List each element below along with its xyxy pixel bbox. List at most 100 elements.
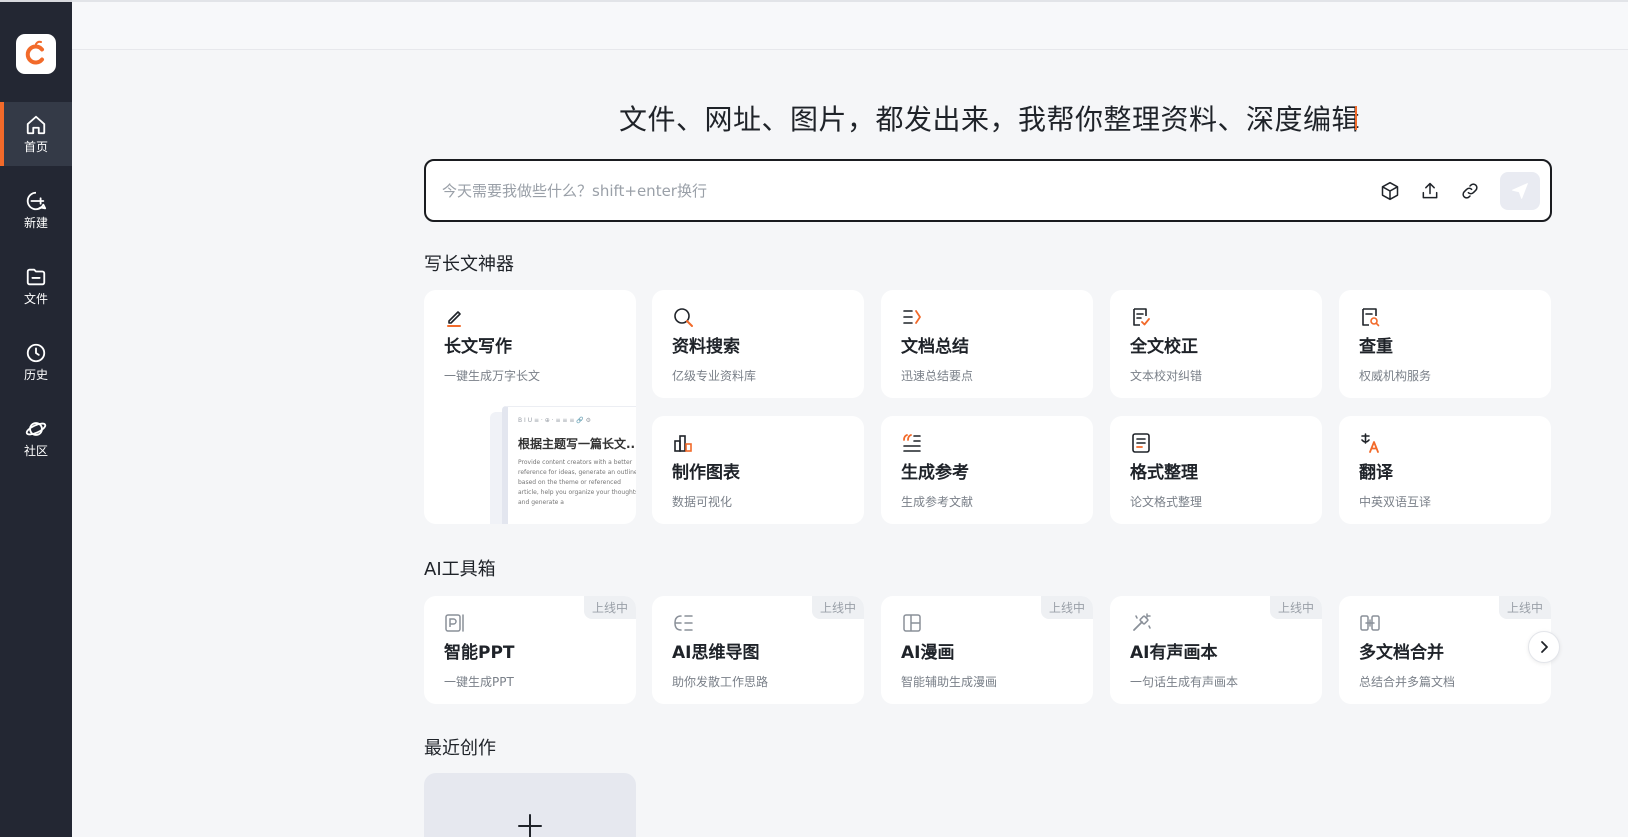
card-title: AI有声画本 (1130, 643, 1218, 663)
new-creation-card[interactable] (424, 773, 636, 837)
card-title: 长文写作 (444, 337, 512, 357)
scroll-right-button[interactable] (1528, 631, 1560, 663)
nav-new[interactable]: 新建 (0, 178, 72, 242)
card-title: 资料搜索 (672, 337, 740, 357)
card-subtitle: 一句话生成有声画本 (1130, 675, 1239, 689)
card-mindmap[interactable]: 上线中 AI思维导图 助你发散工作思路 (652, 596, 864, 704)
card-translate[interactable]: 翻译 中英双语互译 (1339, 416, 1551, 524)
card-subtitle: 一键生成万字长文 (444, 369, 541, 383)
status-badge: 上线中 (811, 596, 864, 619)
card-title: AI思维导图 (672, 643, 760, 663)
card-title: 文档总结 (901, 337, 969, 357)
status-badge: 上线中 (1269, 596, 1322, 619)
card-merge-docs[interactable]: 上线中 多文档合并 总结合并多篇文档 (1339, 596, 1551, 704)
card-subtitle: 一键生成PPT (444, 675, 514, 689)
ppt-icon (444, 612, 466, 634)
nav-new-label: 新建 (23, 216, 48, 230)
card-proofread[interactable]: 全文校正 文本校对纠错 (1110, 290, 1322, 398)
card-format[interactable]: 格式整理 论文格式整理 (1110, 416, 1322, 524)
upload-icon (1422, 182, 1438, 199)
search-icon (672, 306, 694, 328)
section-title-recent: 最近创作 (424, 738, 496, 759)
page-headline: 文件、网址、图片，都发出来，我帮你整理资料、深度编辑 (619, 103, 1361, 136)
send-button[interactable] (1500, 172, 1540, 210)
card-smart-ppt[interactable]: 上线中 智能PPT 一键生成PPT (424, 596, 636, 704)
card-subtitle: 论文格式整理 (1130, 495, 1203, 509)
sidebar: 首页 新建 文件 历史 社区 (0, 0, 72, 837)
prompt-input[interactable] (442, 179, 1302, 203)
duplicate-check-icon (1359, 306, 1381, 328)
card-title: 生成参考 (901, 463, 969, 483)
card-duplicate-check[interactable]: 查重 权威机构服务 (1339, 290, 1551, 398)
nav-home-label: 首页 (23, 140, 48, 154)
card-audio-book[interactable]: 上线中 AI有声画本 一句话生成有声画本 (1110, 596, 1322, 704)
chevron-right-icon (1541, 641, 1548, 653)
card-summary[interactable]: 文档总结 迅速总结要点 (881, 290, 1093, 398)
card-subtitle: 助你发散工作思路 (672, 675, 769, 689)
card-title: 智能PPT (444, 643, 515, 663)
nav-history[interactable]: 历史 (0, 330, 72, 394)
card-title: 制作图表 (672, 463, 740, 483)
card-subtitle: 总结合并多篇文档 (1359, 675, 1456, 689)
summary-icon (901, 306, 923, 328)
new-chat-icon (26, 191, 47, 211)
card-subtitle: 数据可视化 (672, 495, 733, 509)
status-badge: 上线中 (1040, 596, 1093, 619)
audio-book-icon (1130, 612, 1152, 634)
nav-home[interactable]: 首页 (0, 102, 72, 166)
cube-button[interactable] (1378, 179, 1402, 203)
planet-icon (25, 422, 47, 436)
card-comic[interactable]: 上线中 AI漫画 智能辅助生成漫画 (881, 596, 1093, 704)
card-subtitle: 中英双语互译 (1359, 495, 1432, 509)
translate-icon (1359, 432, 1381, 454)
card-chart[interactable]: 制作图表 数据可视化 (652, 416, 864, 524)
app-logo[interactable] (16, 34, 56, 74)
nav-files[interactable]: 文件 (0, 254, 72, 318)
card-title: 全文校正 (1130, 337, 1198, 357)
card-search[interactable]: 资料搜索 亿级专业资料库 (652, 290, 864, 398)
card-title: 格式整理 (1130, 463, 1198, 483)
card-subtitle: 生成参考文献 (901, 495, 974, 509)
nav-community[interactable]: 社区 (0, 406, 72, 470)
merge-icon (1359, 612, 1381, 634)
card-title: 翻译 (1359, 463, 1393, 483)
card-subtitle: 文本校对纠错 (1130, 369, 1203, 383)
send-icon (1512, 183, 1528, 199)
card-long-writing[interactable]: 长文写作 一键生成万字长文 B I U ≡ · ⊕ · ≡ ≡ ≡ 🔗 ⚙ 根据… (424, 290, 636, 524)
prompt-box (424, 159, 1552, 222)
card-reference[interactable]: 生成参考 生成参考文献 (881, 416, 1093, 524)
status-badge: 上线中 (583, 596, 636, 619)
link-icon (1462, 183, 1478, 199)
clock-icon (26, 343, 46, 363)
proofread-icon (1130, 306, 1152, 328)
card-subtitle: 智能辅助生成漫画 (901, 675, 998, 689)
preview-body: Provide content creators with a better r… (518, 459, 636, 506)
status-badge: 上线中 (1498, 596, 1551, 619)
pen-icon (444, 306, 466, 328)
home-icon (26, 115, 46, 135)
upload-button[interactable] (1418, 179, 1442, 203)
link-button[interactable] (1458, 179, 1482, 203)
section-title-writing: 写长文神器 (424, 254, 514, 275)
card-title: 查重 (1359, 337, 1393, 357)
top-bar (72, 0, 1628, 50)
quote-icon (901, 432, 923, 454)
cube-icon (1381, 181, 1399, 201)
card-subtitle: 权威机构服务 (1359, 369, 1432, 383)
format-icon (1130, 432, 1152, 454)
card-title: 多文档合并 (1359, 643, 1444, 663)
card-subtitle: 迅速总结要点 (901, 369, 974, 383)
nav-files-label: 文件 (23, 292, 48, 306)
nav-community-label: 社区 (23, 444, 48, 458)
comic-icon (901, 612, 923, 634)
logo-icon (25, 40, 44, 65)
nav-history-label: 历史 (23, 368, 48, 382)
card-subtitle: 亿级专业资料库 (672, 369, 757, 383)
preview-document: B I U ≡ · ⊕ · ≡ ≡ ≡ 🔗 ⚙ 根据主题写一篇长文... Pro… (502, 406, 636, 524)
folder-icon (26, 268, 46, 286)
preview-toolbar: B I U ≡ · ⊕ · ≡ ≡ ≡ 🔗 ⚙ (518, 417, 592, 424)
mindmap-icon (672, 612, 694, 634)
preview-title: 根据主题写一篇长文... (518, 437, 636, 451)
typing-cursor (1355, 106, 1357, 130)
plus-icon (518, 814, 542, 837)
